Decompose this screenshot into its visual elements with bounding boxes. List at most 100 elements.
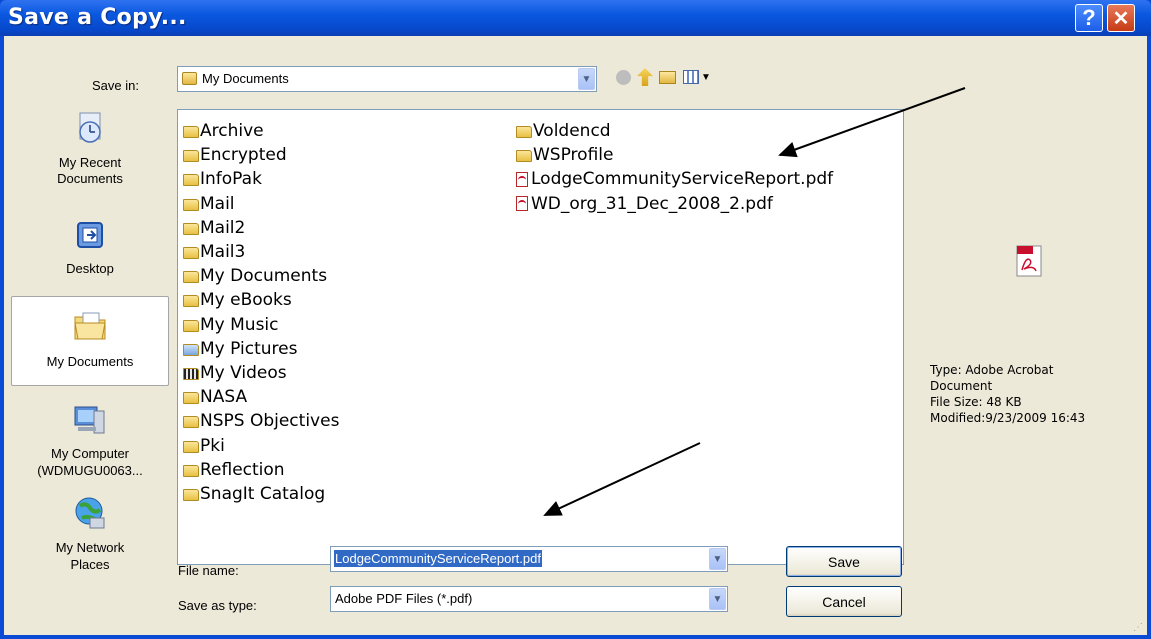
save-as-type-dropdown[interactable]: Adobe PDF Files (*.pdf) ▼	[330, 586, 728, 612]
folder-icon	[183, 247, 199, 259]
item-name: Mail	[200, 193, 235, 214]
save-in-dropdown[interactable]: My Documents ▼	[177, 66, 597, 92]
folder-icon	[183, 416, 199, 429]
file-name-chevron-down-icon[interactable]: ▼	[709, 548, 726, 570]
folder-item[interactable]: Encrypted	[183, 144, 287, 166]
file-info: Type: Adobe Acrobat Document File Size: …	[930, 362, 1110, 426]
save-as-type-label: Save as type:	[178, 598, 257, 613]
file-size-text: File Size: 48 KB	[930, 395, 1022, 409]
folder-icon	[183, 295, 199, 308]
place-my-network-places[interactable]: My Network Places	[11, 494, 169, 584]
folder-item[interactable]: SnagIt Catalog	[183, 483, 325, 505]
item-name: Encrypted	[200, 145, 287, 166]
new-folder-icon[interactable]	[659, 71, 676, 84]
save-a-copy-dialog: Save a Copy... ? ✕ Save in: My Documents…	[0, 0, 1151, 639]
folder-item[interactable]: Mail2	[183, 217, 245, 239]
help-button[interactable]: ?	[1075, 4, 1103, 32]
item-name: NASA	[200, 387, 248, 408]
title-bar[interactable]: Save a Copy... ? ✕	[0, 0, 1151, 36]
folder-icon	[183, 198, 199, 211]
folder-item[interactable]: NSPS Objectives	[183, 410, 339, 432]
folder-icon	[183, 489, 199, 501]
folder-item[interactable]: WSProfile	[516, 144, 613, 166]
item-name: WD_org_31_Dec_2008_2.pdf	[531, 193, 773, 214]
folder-icon	[183, 392, 199, 405]
folder-item[interactable]: My Documents	[183, 265, 327, 287]
folder-item[interactable]: My Videos	[183, 362, 287, 384]
network-places-icon	[75, 497, 105, 529]
folder-item[interactable]: NASA	[183, 386, 247, 408]
item-name: Mail2	[200, 217, 246, 238]
pdf-file-item[interactable]: LodgeCommunityServiceReport.pdf	[516, 168, 833, 190]
file-type-text: Type: Adobe Acrobat Document	[930, 363, 1054, 393]
dialog-body: Save in: My Documents ▼ ▼ My Recent Docu…	[4, 36, 1147, 635]
file-list[interactable]: Archive Encrypted InfoPak Mail Mail2 Mail3 My …	[177, 109, 904, 565]
close-icon: ✕	[1112, 7, 1130, 30]
folder-item[interactable]: InfoPak	[183, 168, 262, 190]
folder-item[interactable]: My Music	[183, 314, 279, 336]
cancel-button[interactable]: Cancel	[786, 586, 902, 617]
places-bar: My Recent Documents Desktop My Documents	[11, 110, 169, 605]
chevron-down-icon[interactable]: ▼	[578, 68, 595, 90]
item-name: Reflection	[200, 459, 285, 480]
back-icon[interactable]	[616, 70, 631, 85]
folder-item[interactable]: Archive	[183, 120, 264, 142]
pictures-folder-icon	[183, 343, 199, 356]
pdf-file-item[interactable]: WD_org_31_Dec_2008_2.pdf	[516, 193, 773, 215]
folder-item[interactable]: Mail	[183, 193, 235, 215]
resize-grip-icon[interactable]: ⋰	[1133, 622, 1143, 633]
pdf-file-icon	[516, 171, 528, 187]
item-name: My Videos	[200, 363, 287, 383]
place-my-computer[interactable]: My Computer (WDMUGU0063...	[11, 402, 169, 487]
file-name-value: LodgeCommunityServiceReport.pdf	[334, 550, 542, 567]
item-name: InfoPak	[200, 169, 262, 190]
folder-item[interactable]: My eBooks	[183, 289, 292, 311]
item-name: SnagIt Catalog	[200, 484, 326, 504]
item-name: WSProfile	[533, 145, 614, 166]
item-name: My eBooks	[200, 290, 292, 311]
save-button[interactable]: Save	[786, 546, 902, 577]
item-name: LodgeCommunityServiceReport.pdf	[531, 169, 834, 190]
dialog-title: Save a Copy...	[8, 5, 187, 30]
close-button[interactable]: ✕	[1107, 4, 1135, 32]
folder-icon	[183, 150, 199, 163]
place-label: My Network Places	[55, 540, 125, 572]
folder-icon	[183, 440, 199, 453]
modified-text: Modified:9/23/2009 16:43	[930, 411, 1086, 425]
place-label: My Documents	[46, 354, 134, 369]
up-folder-icon[interactable]	[637, 68, 653, 86]
help-icon: ?	[1082, 5, 1096, 30]
my-documents-icon	[74, 312, 106, 340]
view-menu-chevron-icon[interactable]: ▼	[701, 72, 711, 83]
item-name: Voldencd	[533, 121, 611, 141]
folder-item[interactable]: My Pictures	[183, 338, 297, 360]
place-label: My Computer (WDMUGU0063...	[37, 446, 143, 478]
view-menu-icon[interactable]	[683, 70, 699, 84]
folder-item[interactable]: Mail3	[183, 241, 245, 263]
place-my-documents[interactable]: My Documents	[11, 296, 169, 386]
folder-item[interactable]: Reflection	[183, 459, 285, 481]
save-in-value: My Documents	[202, 71, 289, 86]
save-as-type-chevron-down-icon[interactable]: ▼	[709, 588, 726, 610]
item-name: NSPS Objectives	[200, 411, 340, 432]
place-my-recent-documents[interactable]: My Recent Documents	[11, 110, 169, 190]
folder-icon	[183, 222, 199, 235]
place-label: Desktop	[66, 261, 114, 276]
item-name: Mail3	[200, 242, 246, 262]
save-as-type-value: Adobe PDF Files (*.pdf)	[335, 591, 473, 606]
my-computer-icon	[74, 406, 105, 434]
file-name-input[interactable]: LodgeCommunityServiceReport.pdf ▼	[330, 546, 728, 572]
music-folder-icon	[183, 319, 199, 332]
folder-item[interactable]: Pki	[183, 435, 225, 457]
place-label: My Recent Documents	[57, 155, 123, 186]
item-name: Pki	[200, 435, 225, 456]
place-desktop[interactable]: Desktop	[11, 218, 169, 288]
folder-location-icon	[182, 72, 197, 85]
pdf-preview-icon	[1016, 245, 1042, 277]
folder-item[interactable]: Voldencd	[516, 120, 611, 142]
folder-icon	[183, 464, 199, 477]
folder-icon	[183, 126, 199, 138]
folder-icon	[183, 174, 199, 187]
recent-documents-icon	[79, 112, 101, 143]
item-name: Archive	[200, 121, 264, 141]
